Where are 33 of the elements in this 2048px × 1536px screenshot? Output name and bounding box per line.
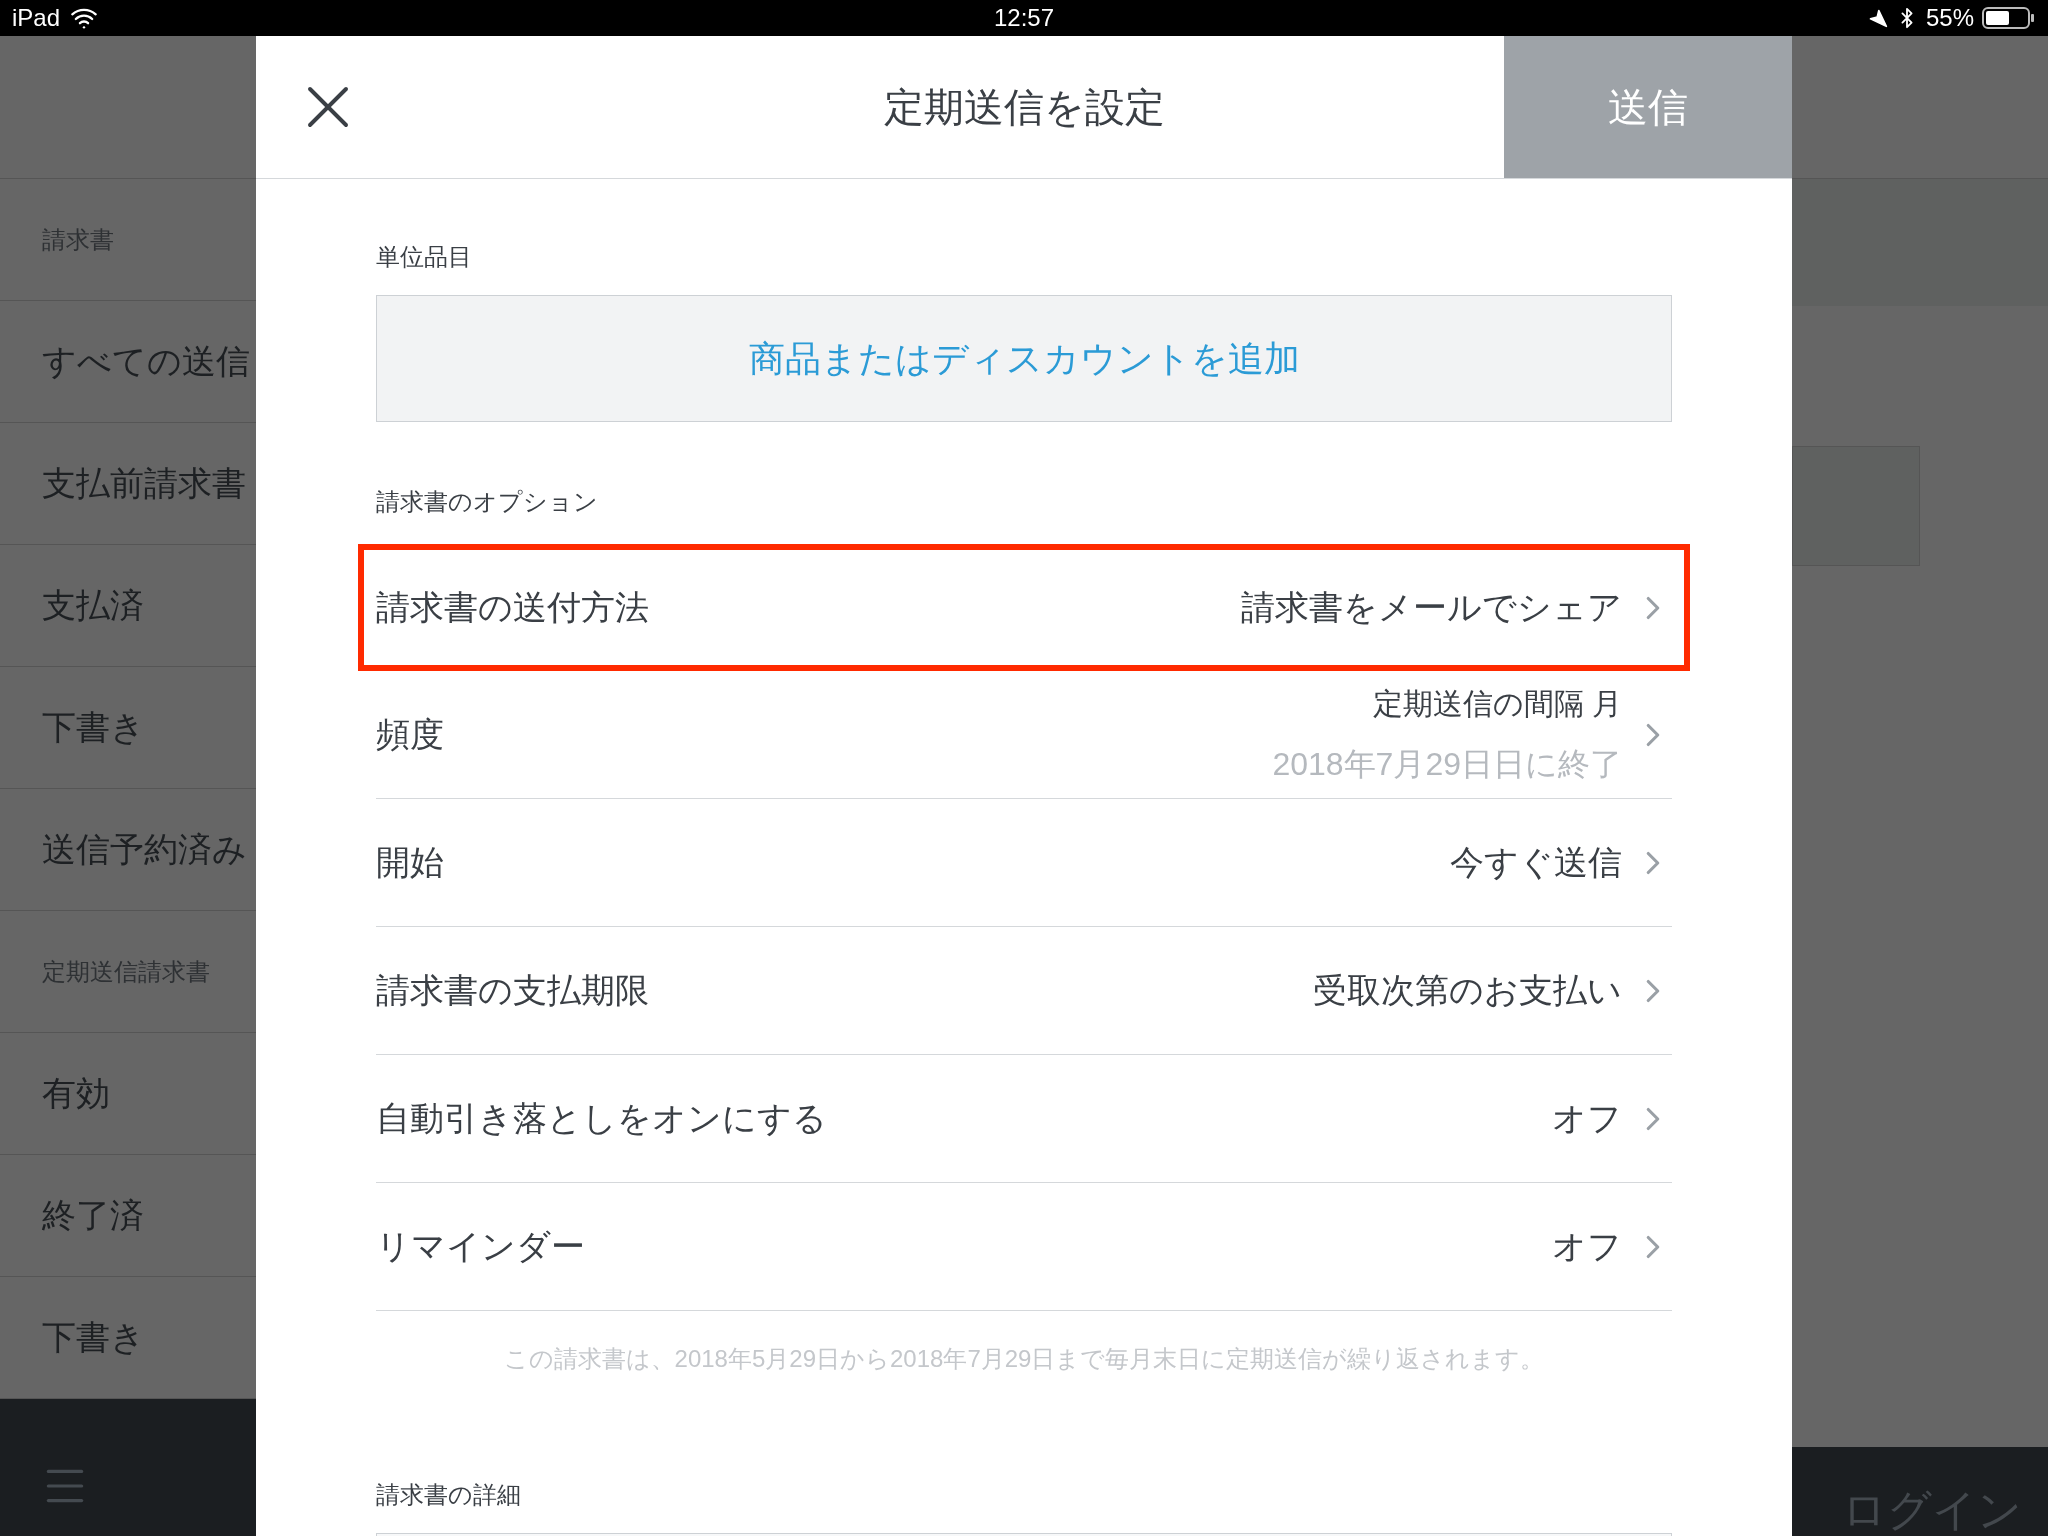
option-label: 請求書の送付方法: [376, 587, 649, 628]
location-icon: [1867, 8, 1888, 28]
option-label: 開始: [376, 842, 444, 883]
option-row[interactable]: 頻度 定期送信の間隔 月 2018年7月29日日に終了: [376, 671, 1672, 799]
option-row[interactable]: 開始 今すぐ送信: [376, 799, 1672, 927]
option-value: 今すぐ送信: [1450, 842, 1622, 883]
clock: 12:57: [993, 3, 1055, 33]
sidebar-section-label: 定期送信請求書: [42, 956, 210, 987]
sidebar-section-label: 請求書: [42, 224, 114, 255]
battery-percent: 55%: [1925, 3, 1974, 33]
option-value: オフ: [1552, 1226, 1622, 1267]
option-label: リマインダー: [376, 1226, 585, 1267]
section-heading: 単位品目: [376, 242, 473, 272]
option-value: 受取次第のお支払い: [1313, 970, 1622, 1011]
option-row[interactable]: 請求書の送付方法 請求書をメールでシェア: [358, 544, 1690, 671]
option-value: 定期送信の間隔 月: [1372, 686, 1622, 722]
section-heading: 請求書の詳細: [376, 1480, 522, 1510]
option-value: 請求書をメールでシェア: [1241, 587, 1622, 628]
battery-icon: [1982, 6, 2036, 30]
add-item-button[interactable]: 商品またはディスカウントを追加: [376, 295, 1672, 422]
dialog-title: 定期送信を設定: [883, 84, 1165, 131]
section-heading: 請求書のオプション: [376, 487, 599, 517]
option-label: 自動引き落としをオンにする: [376, 1098, 827, 1139]
recurrence-note: この請求書は、2018年5月29日から2018年7月29日まで毎月末日に定期送信が繰り返されます。: [502, 1344, 1546, 1374]
device-name: iPad: [12, 3, 61, 33]
option-label: 頻度: [376, 714, 444, 755]
send-button[interactable]: 送信: [1504, 36, 1792, 178]
option-row[interactable]: 自動引き落としをオンにする オフ: [376, 1055, 1672, 1183]
option-label: 請求書の支払期限: [376, 970, 649, 1011]
option-value: オフ: [1552, 1098, 1622, 1139]
option-detail: 2018年7月29日日に終了: [1272, 745, 1622, 784]
option-row[interactable]: 請求書の支払期限 受取次第のお支払い: [376, 927, 1672, 1055]
option-row[interactable]: リマインダー オフ: [376, 1183, 1672, 1311]
